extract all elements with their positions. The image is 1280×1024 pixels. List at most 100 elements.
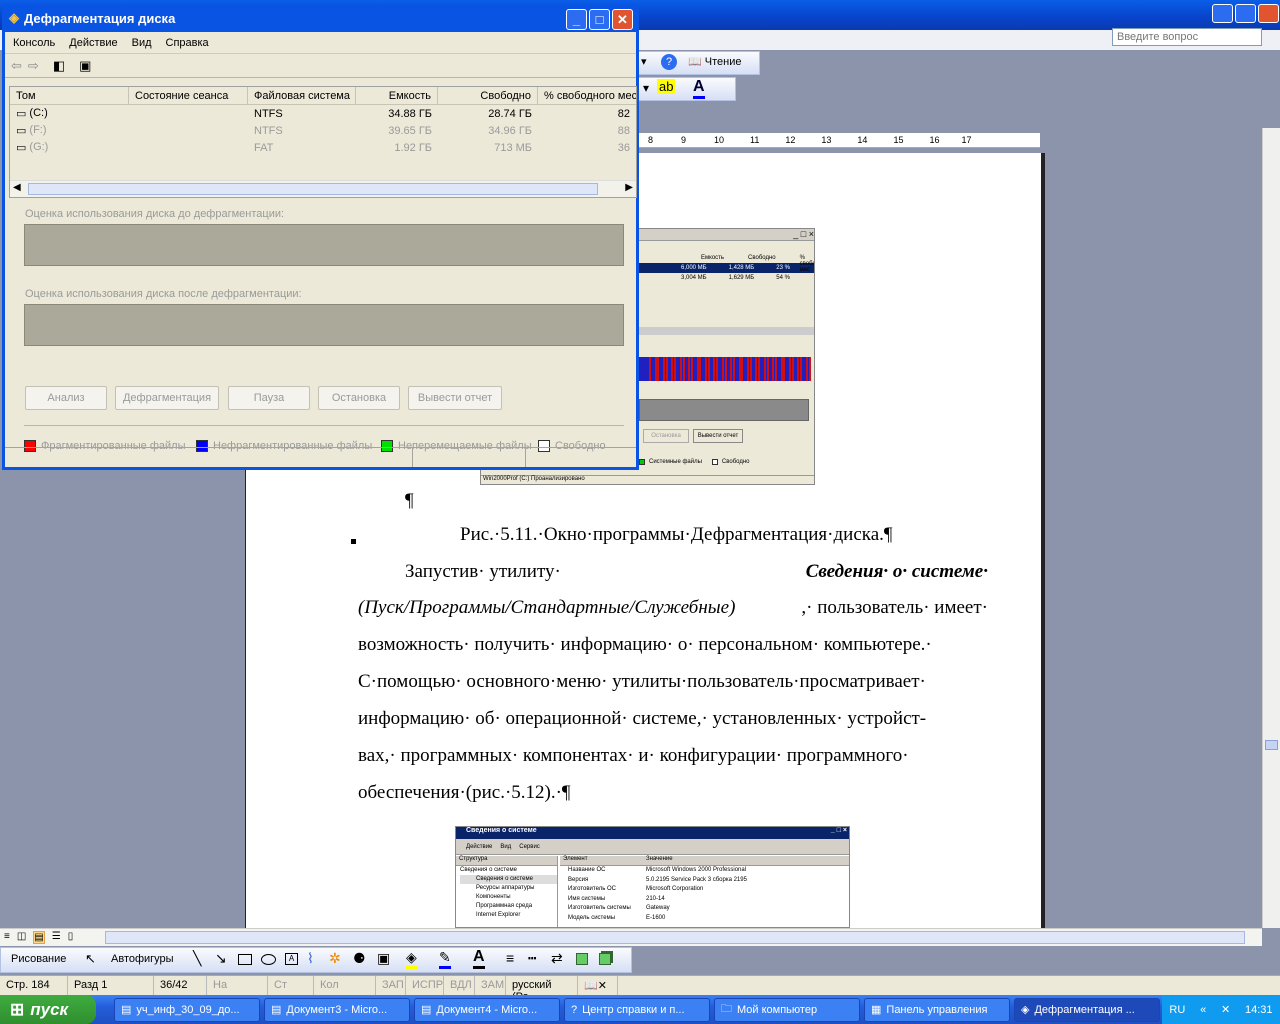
web-view-icon[interactable]: ◫ xyxy=(17,931,26,944)
arrow-icon[interactable]: ↘ xyxy=(215,950,227,967)
volume-row[interactable]: ▭ (G:) FAT 1.92 ГБ 713 МБ 36 xyxy=(10,139,636,156)
column-free-percent[interactable]: % свободного мес xyxy=(538,87,636,104)
close-button[interactable]: ✕ xyxy=(612,9,633,30)
status-trk[interactable]: ИСПР xyxy=(406,976,444,995)
ask-question-input[interactable]: Введите вопрос xyxy=(1112,28,1262,46)
menu-view[interactable]: Вид xyxy=(132,37,152,49)
diagram-icon[interactable]: ✲ xyxy=(329,950,341,967)
menu-action[interactable]: Действие xyxy=(69,37,117,49)
word-restore-button[interactable] xyxy=(1235,4,1256,23)
back-arrow-icon[interactable]: ⇦ xyxy=(11,58,22,74)
status-line: Ст xyxy=(268,976,314,995)
list-scroll-thumb[interactable] xyxy=(28,183,598,195)
taskbar-item-label: Панель управления xyxy=(886,1003,988,1016)
view-report-button[interactable]: Вывести отчет xyxy=(408,386,502,410)
horizontal-scrollbar[interactable]: ≡ ◫ ▤ ☰ ▯ xyxy=(0,928,1262,946)
fig2-menu: Действие xyxy=(466,843,493,850)
hscroll-thumb[interactable] xyxy=(105,931,1245,944)
taskbar-item-6[interactable]: ▦ Панель управления xyxy=(864,997,1010,1022)
word-close-button[interactable] xyxy=(1258,4,1279,23)
frag-stripe xyxy=(702,357,705,381)
forward-arrow-icon[interactable]: ⇨ xyxy=(28,58,39,74)
spelling-status-icon[interactable]: 📖✕ xyxy=(578,976,618,995)
chevron-left-icon[interactable]: « xyxy=(1200,1004,1206,1016)
show-hide-tree-icon[interactable]: ◧ xyxy=(53,58,65,74)
status-ext[interactable]: ВДЛ xyxy=(444,976,475,995)
reading-view-icon[interactable]: ▯ xyxy=(68,931,74,944)
stop-button[interactable]: Остановка xyxy=(318,386,400,410)
fig2-title: Сведения о системе xyxy=(466,827,537,834)
reading-label: Чтение xyxy=(704,56,742,68)
fig1-stop-button: Остановка xyxy=(643,429,689,443)
column-free[interactable]: Свободно xyxy=(438,87,538,104)
defrag-title-bar[interactable]: ◈ Дефрагментация диска _ □ ✕ xyxy=(5,4,636,32)
oval-icon[interactable] xyxy=(261,954,276,965)
defragment-button[interactable]: Дефрагментация xyxy=(115,386,219,410)
volume-row[interactable]: ▭ (F:) NTFS 39.65 ГБ 34.96 ГБ 88 xyxy=(10,122,636,139)
network-icon[interactable]: ✕ xyxy=(1221,1003,1230,1016)
autoshapes-menu-button[interactable]: Автофигуры xyxy=(111,953,174,965)
highlight-icon[interactable]: ab xyxy=(657,79,676,94)
scroll-left-icon[interactable]: ◀ xyxy=(13,182,21,193)
textbox-icon[interactable]: A xyxy=(285,953,298,965)
line-style-icon[interactable]: ≡ xyxy=(506,950,514,966)
drawing-menu-button[interactable]: Рисование xyxy=(11,953,66,965)
rectangle-icon[interactable] xyxy=(238,954,252,965)
fig2-row: Изготовитель системы Gateway xyxy=(568,904,849,914)
reading-mode-button[interactable]: 📖 Чтение xyxy=(688,55,741,68)
taskbar-item-3[interactable]: ▤ Документ4 - Micro... xyxy=(414,997,560,1022)
chevron-down-icon[interactable]: ▾ xyxy=(641,55,647,68)
help-icon[interactable]: ▣ xyxy=(79,58,91,74)
select-objects-icon[interactable]: ↖ xyxy=(85,951,96,967)
start-button[interactable]: ⊞ пуск xyxy=(0,995,96,1024)
status-rec[interactable]: ЗАП xyxy=(376,976,406,995)
3d-icon[interactable] xyxy=(599,953,611,965)
maximize-button[interactable]: □ xyxy=(589,9,610,30)
minimize-button[interactable]: _ xyxy=(566,9,587,30)
vertical-scrollbar[interactable] xyxy=(1262,128,1280,928)
line-color-icon[interactable]: ✎ xyxy=(439,949,451,969)
normal-view-icon[interactable]: ≡ xyxy=(4,931,10,944)
column-volume[interactable]: Том xyxy=(10,87,129,104)
scroll-right-icon[interactable]: ▶ xyxy=(625,182,633,193)
clipart-icon[interactable]: ⚈ xyxy=(353,950,366,967)
volume-row[interactable]: ▭ (C:) NTFS 34.88 ГБ 28.74 ГБ 82 xyxy=(10,105,636,122)
font-color-icon[interactable]: A xyxy=(473,948,485,969)
frag-stripe xyxy=(699,357,702,381)
word-minimize-button[interactable] xyxy=(1212,4,1233,23)
analyze-button[interactable]: Анализ xyxy=(25,386,107,410)
picture-icon[interactable]: ▣ xyxy=(377,950,390,967)
chevron-down-icon[interactable]: ▾ xyxy=(643,81,649,95)
help-icon[interactable]: ? xyxy=(661,54,677,70)
fill-color-icon[interactable]: ◈ xyxy=(406,949,417,969)
arrow-style-icon[interactable]: ⇄ xyxy=(551,950,563,967)
column-session[interactable]: Состояние сеанса xyxy=(129,87,248,104)
list-horizontal-scrollbar[interactable]: ◀ ▶ xyxy=(10,180,636,197)
window-controls-icon: _ □ × xyxy=(830,827,847,834)
taskbar-item-1[interactable]: ▤ уч_инф_30_09_до... xyxy=(114,997,260,1022)
dash-style-icon[interactable]: ┅ xyxy=(528,950,536,967)
column-filesystem[interactable]: Файловая система xyxy=(248,87,356,104)
scroll-thumb[interactable] xyxy=(1265,740,1278,750)
status-ovr[interactable]: ЗАМ xyxy=(475,976,506,995)
taskbar-item-7[interactable]: ◈ Дефрагментация ... xyxy=(1014,997,1160,1022)
font-color-icon[interactable]: A xyxy=(693,78,705,99)
outline-view-icon[interactable]: ☰ xyxy=(52,931,61,944)
ruler-tick: 15 xyxy=(893,135,904,145)
paragraph-bold-title: Сведения· о· системе· xyxy=(805,561,988,582)
taskbar-item-4[interactable]: ? Центр справки и п... xyxy=(564,997,710,1022)
column-capacity[interactable]: Емкость xyxy=(356,87,438,104)
taskbar-item-5[interactable]: 🗀 Мой компьютер xyxy=(714,997,860,1022)
wordart-icon[interactable]: ⌇ xyxy=(307,950,314,967)
view-buttons[interactable]: ≡ ◫ ▤ ☰ ▯ xyxy=(4,931,73,944)
print-layout-icon[interactable]: ▤ xyxy=(33,931,45,944)
shadow-icon[interactable] xyxy=(576,953,588,965)
menu-help[interactable]: Справка xyxy=(166,37,209,49)
taskbar-item-2[interactable]: ▤ Документ3 - Micro... xyxy=(264,997,410,1022)
menu-console[interactable]: Консоль xyxy=(13,37,55,49)
pause-button[interactable]: Пауза xyxy=(228,386,310,410)
fig2-cell: Изготовитель ОС xyxy=(568,886,616,892)
line-icon[interactable]: ╲ xyxy=(193,950,201,967)
language-indicator[interactable]: RU xyxy=(1169,1004,1185,1016)
folder-icon: 🗀 xyxy=(721,1003,732,1015)
